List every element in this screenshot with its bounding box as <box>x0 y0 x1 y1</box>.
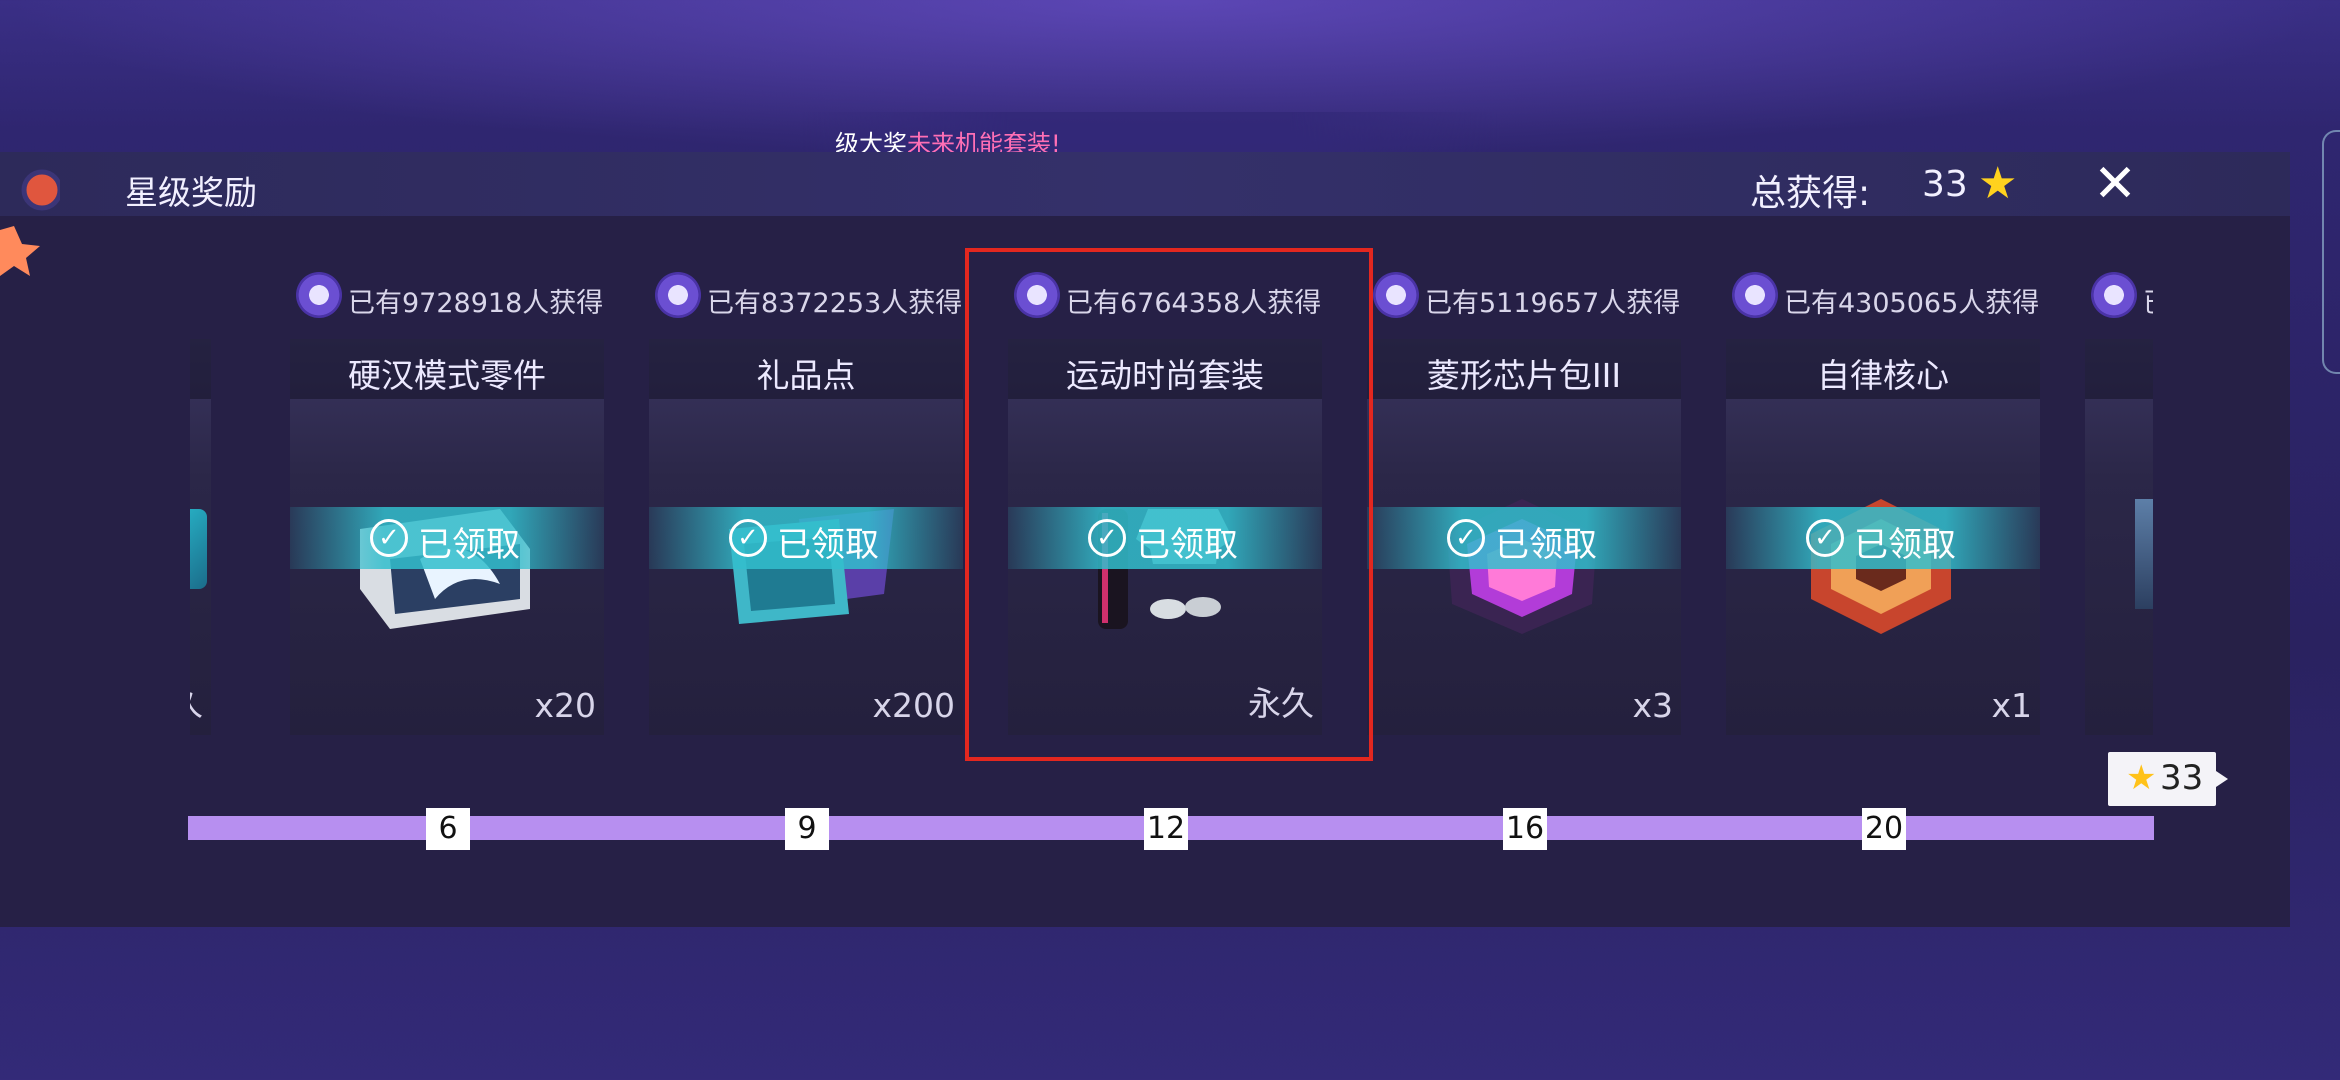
avatar-decoration-icon[interactable] <box>0 168 60 278</box>
claim-count-row: 已有9728918人获得 <box>290 265 604 325</box>
player-count-icon <box>2091 272 2137 318</box>
star-icon: ★ <box>1978 158 2018 209</box>
claim-count-row: 已有5119657人获得 <box>1367 265 1681 325</box>
reward-name: 菱形芯片包III <box>1426 356 1622 395</box>
claimed-label: 已领取 <box>1854 525 1956 565</box>
close-button[interactable]: ✕ <box>2085 152 2145 216</box>
player-count-icon <box>296 272 342 318</box>
reward-name: 硬汉模式零件 <box>348 356 546 395</box>
reward-name: 礼品点 <box>756 356 856 395</box>
claimed-label: 已领取 <box>777 525 879 565</box>
panel-title: 星级奖励 <box>125 173 257 212</box>
reward-quantity: x3 <box>1632 686 1673 725</box>
reward-quantity: x1 <box>1991 686 2032 725</box>
reward-name: 自律核心 <box>1817 356 1949 395</box>
claim-count-text: 已有8372253人获得 <box>707 288 963 319</box>
reward-quantity: 永久 <box>190 677 203 725</box>
reward-box: 自律核心 ✓ 已领取 x1 <box>1726 339 2040 735</box>
claimed-banner: ✓ 已领取 <box>290 507 604 569</box>
reward-card[interactable]: 已有9728918人获得 硬汉模式零件 ✓ 已领取 x20 <box>290 255 604 775</box>
reward-box: 礼品点 ✓ 已领取 x200 <box>649 339 963 735</box>
claim-count-text: 已有4305065人获得 <box>1784 288 2040 319</box>
total-label: 总获得: <box>1750 173 1871 214</box>
current-stars-value: 33 <box>2160 758 2204 798</box>
claimed-banner: ✓ 已领取 <box>1726 507 2040 569</box>
reward-box <box>2085 339 2153 735</box>
reward-card[interactable]: 已有5119657人获得 菱形芯片包III ✓ 已领取 x3 <box>1367 255 1681 775</box>
selected-reward-highlight <box>965 248 1373 761</box>
star-icon: ★ <box>2126 758 2157 798</box>
current-stars-indicator: ★ 33 <box>2108 752 2228 806</box>
claim-count-text: 已有5119657人获得 <box>1425 288 1681 319</box>
check-circle-icon: ✓ <box>370 519 408 557</box>
reward-card[interactable]: 已有8372253人获得 礼品点 ✓ 已领取 x200 <box>649 255 963 775</box>
progress-marker: 9 <box>785 808 829 850</box>
claimed-banner: ✓ 已领取 <box>1367 507 1681 569</box>
claimed-label: 已领取 <box>418 525 520 565</box>
reward-card[interactable]: 已有4305065人获得 自律核心 ✓ 已领取 x1 <box>1726 255 2040 775</box>
reward-quantity: x20 <box>534 686 596 725</box>
progress-marker: 6 <box>426 808 470 850</box>
player-count-icon <box>655 272 701 318</box>
player-count-icon <box>1373 272 1419 318</box>
side-drawer-handle[interactable] <box>2322 130 2340 374</box>
reward-box: 永久 <box>190 339 211 735</box>
claimed-banner: ✓ 已领取 <box>649 507 963 569</box>
claim-count-row: 已有8372253人获得 <box>649 265 963 325</box>
reward-box: 菱形芯片包III ✓ 已领取 x3 <box>1367 339 1681 735</box>
panel-header: 星级奖励 总获得: 33 ★ ✕ <box>0 152 2290 216</box>
reward-card[interactable]: 获得 永久 <box>190 255 211 775</box>
check-circle-icon: ✓ <box>1806 519 1844 557</box>
reward-name-bar <box>190 339 211 399</box>
close-icon: ✕ <box>2093 154 2137 214</box>
progress-marker: 12 <box>1144 808 1188 850</box>
claim-count-text: 已 <box>2143 281 2153 320</box>
progress-marker: 20 <box>1862 808 1906 850</box>
reward-quantity: x200 <box>872 686 955 725</box>
reward-name-bar <box>2085 339 2153 399</box>
claim-count-row: 获得 <box>190 265 211 325</box>
claim-count-row: 已有4305065人获得 <box>1726 265 2040 325</box>
reward-box: 硬汉模式零件 ✓ 已领取 x20 <box>290 339 604 735</box>
claimed-label: 已领取 <box>1495 525 1597 565</box>
player-count-icon <box>1732 272 1778 318</box>
progress-marker: 16 <box>1503 808 1547 850</box>
check-circle-icon: ✓ <box>1447 519 1485 557</box>
reward-item-image <box>190 509 207 589</box>
reward-item-image <box>2135 499 2153 609</box>
claim-count-text: 获得 <box>190 281 191 320</box>
total-value: 33 <box>1922 164 1968 205</box>
reward-card[interactable]: 已 <box>2085 255 2153 775</box>
claim-count-text: 已有9728918人获得 <box>348 288 604 319</box>
claim-count-row: 已 <box>2085 265 2153 325</box>
check-circle-icon: ✓ <box>729 519 767 557</box>
